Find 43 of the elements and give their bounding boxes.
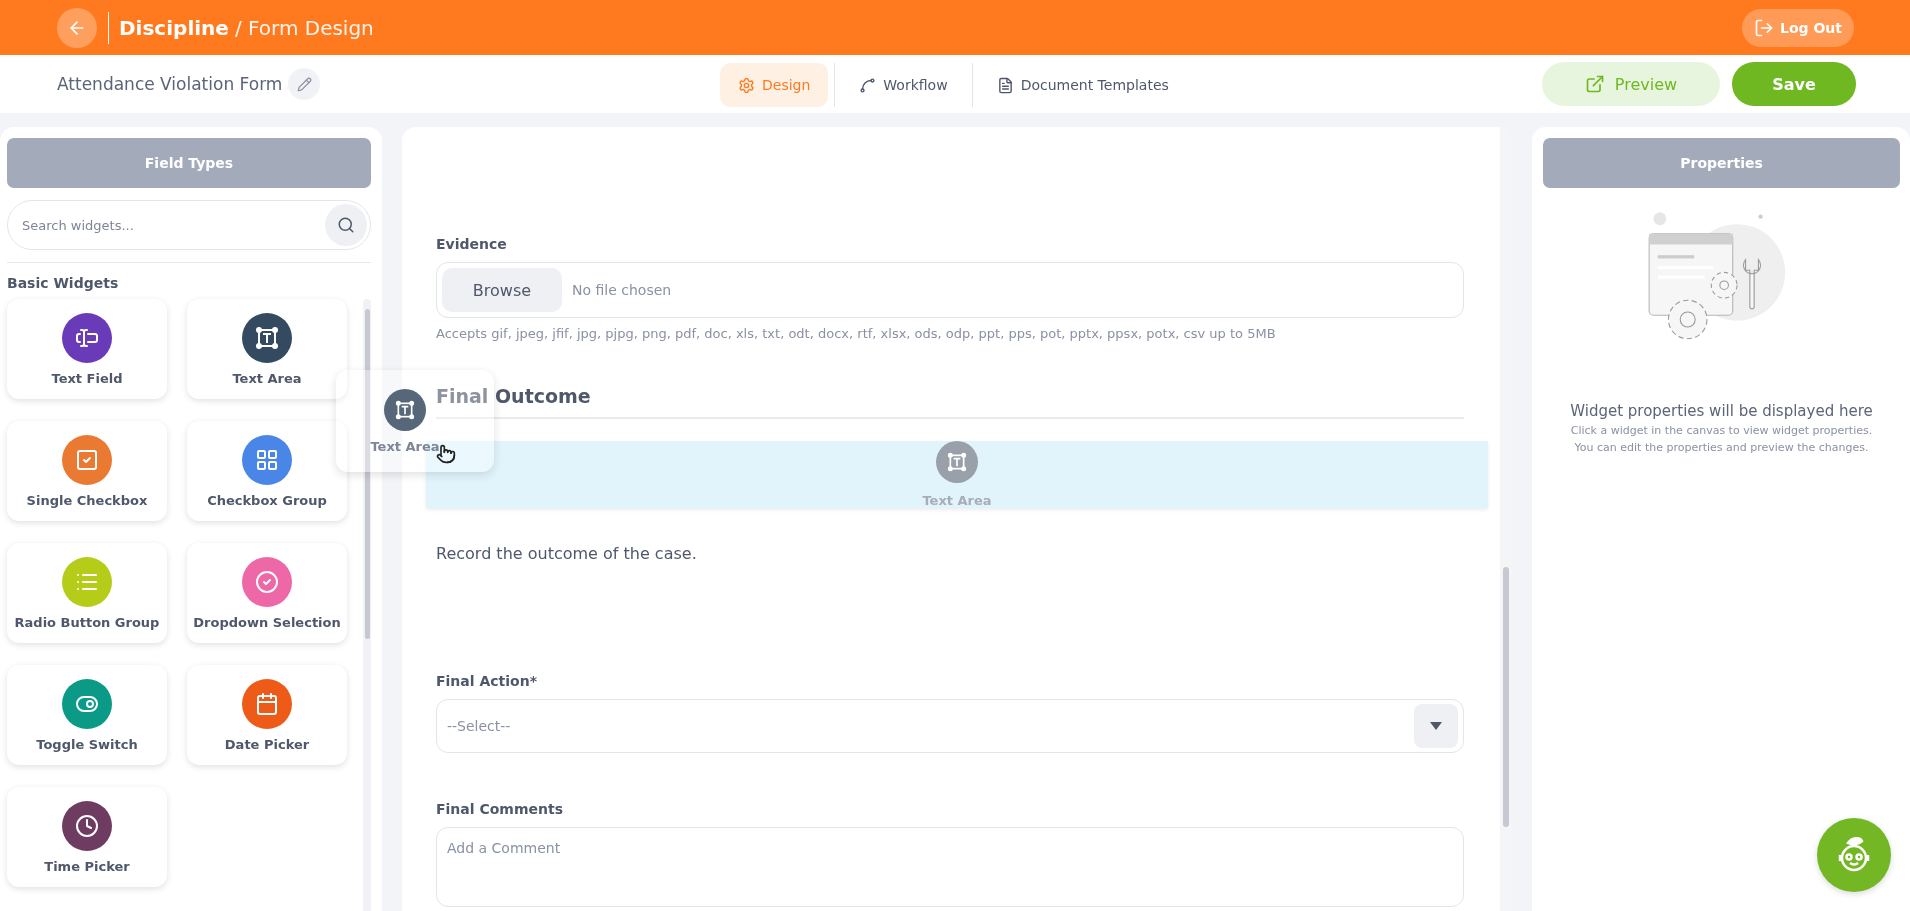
drag-label: Text Area [370,438,440,454]
widget-card[interactable]: Radio Button Group [7,543,167,643]
widget-card[interactable]: Dropdown Selection [187,543,347,643]
widget-card[interactable]: Toggle Switch [7,665,167,765]
widget-card[interactable]: Time Picker [7,787,167,887]
panel-header: Properties [1543,138,1900,188]
file-input[interactable]: Browse No file chosen [436,262,1464,318]
empty-state-title: Widget properties will be displayed here [1570,402,1873,420]
widget-label: Dropdown Selection [193,614,341,630]
widget-card[interactable]: Text Area [187,299,347,399]
widget-label: Date Picker [224,736,310,752]
field-hint: Accepts gif, jpeg, jfif, jpg, pjpg, png, pdf, doc, xls, txt, odt, docx, rtf, xlsx, ods, odp, ppt, pps, pot, pptx, ppsx, potx, csv up to 5MB [436,326,1277,341]
page-subtitle: / Form Design [234,15,374,40]
drop-zone-label: Text Area [922,493,992,508]
field-label: Evidence [436,236,508,252]
widget-label: Checkbox Group [207,492,327,508]
widget-label: Toggle Switch [36,736,138,752]
empty-state-text: Click a widget in the canvas to view widget properties. [1570,424,1873,437]
file-status: No file chosen [572,282,672,298]
widget-card[interactable]: Single Checkbox [7,421,167,521]
comment-field[interactable]: Add a Comment [436,827,1464,907]
tab[interactable]: Document Templates [978,63,1187,107]
browse-button[interactable]: Browse [442,268,562,312]
search-field[interactable]: Search widgets... [7,200,371,250]
widget-label: Text Field [51,370,123,386]
section-heading: Final Outcome [436,385,1464,419]
panel-header: Field Types [7,138,371,188]
widget-label: Text Area [232,370,302,386]
field-label: Final Comments [436,801,564,817]
widget-card[interactable]: Checkbox Group [187,421,347,521]
select-placeholder: --Select-- [447,718,511,734]
page-title: Discipline [119,15,229,40]
widget-label: Time Picker [44,858,130,874]
widget-card[interactable]: Text Field [7,299,167,399]
widget-card[interactable]: Date Picker [187,665,347,765]
form-name: Attendance Violation Form [57,74,283,94]
section-label: Basic Widgets [7,275,120,291]
empty-state-text: You can edit the properties and preview the changes. [1574,441,1869,454]
widget-label: Radio Button Group [14,614,160,630]
paragraph: Record the outcome of the case. [436,544,698,563]
tab[interactable]: Workflow [841,63,966,107]
field-label: Final Action* [436,673,538,689]
widget-label: Single Checkbox [26,492,148,508]
